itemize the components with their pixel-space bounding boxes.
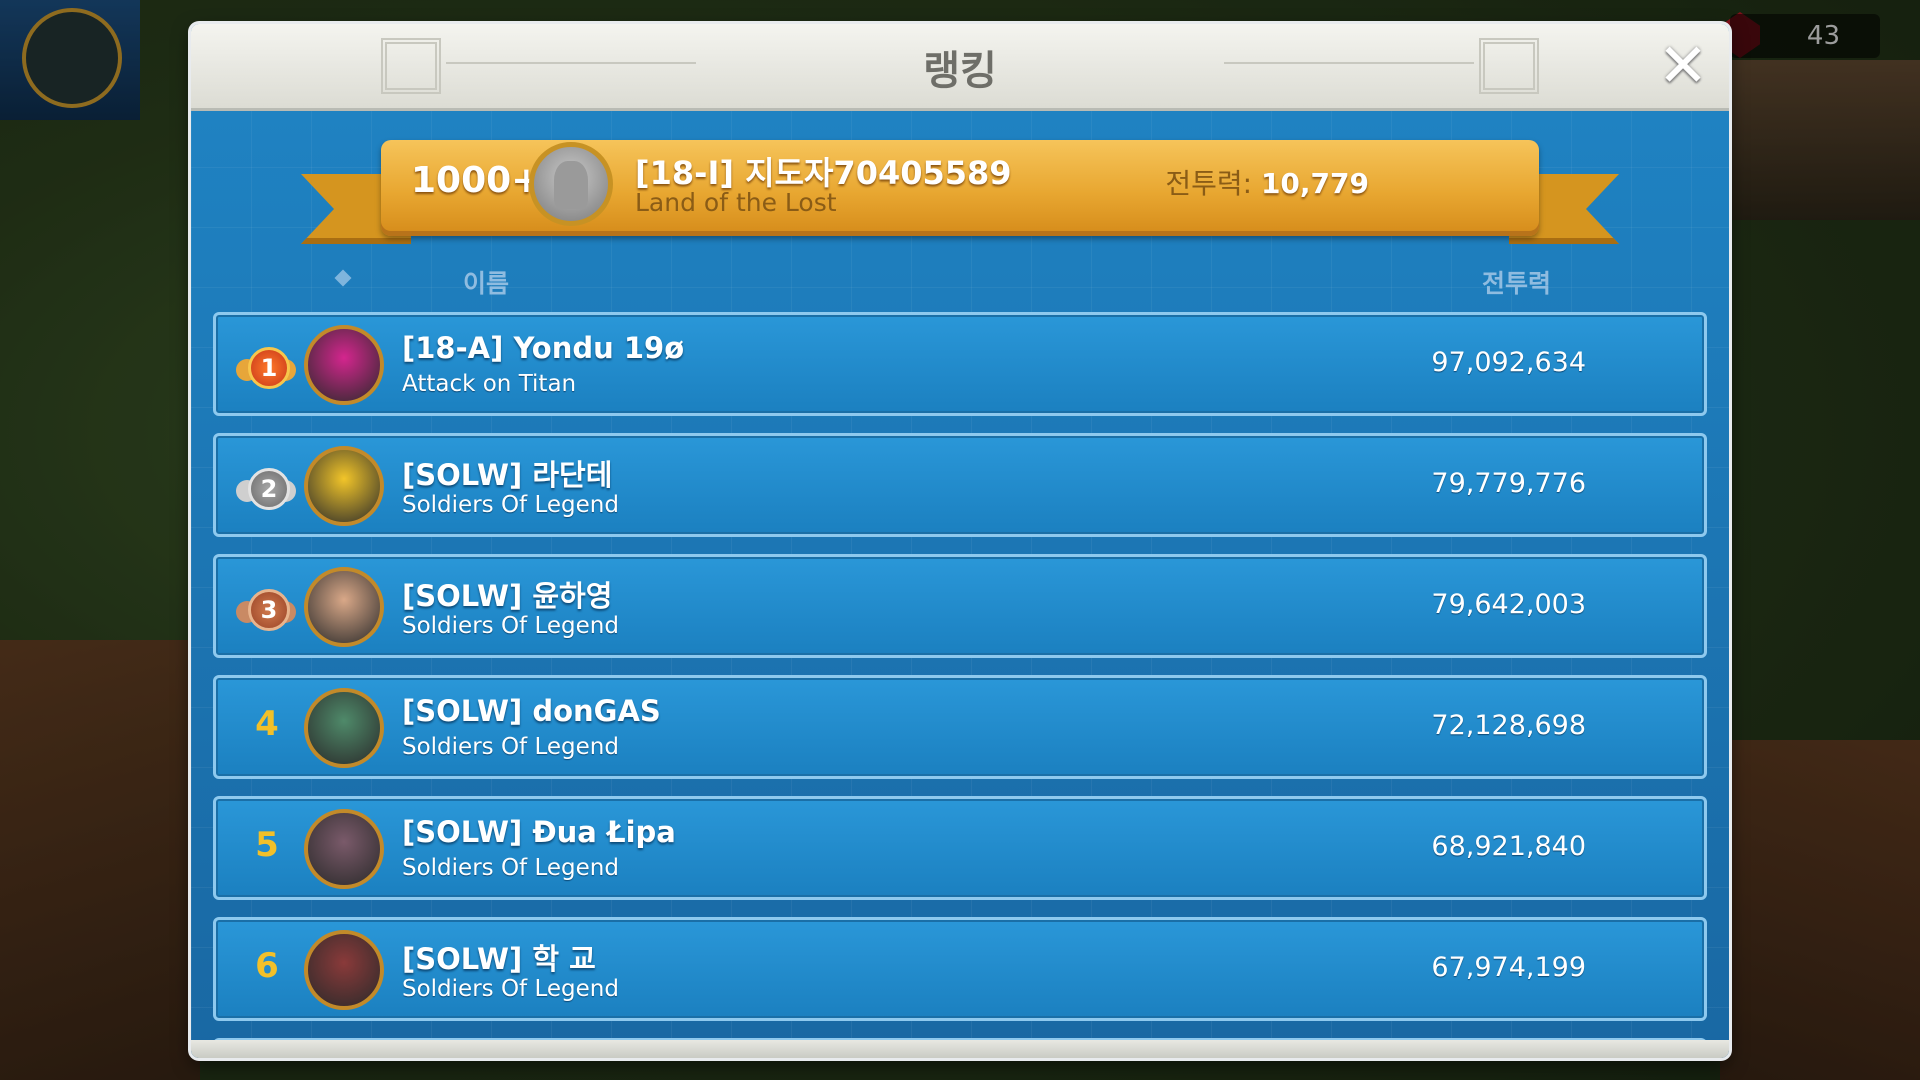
player-guild: Attack on Titan <box>402 371 577 397</box>
player-name: [SOLW] Đua Łipa <box>402 815 676 849</box>
ranking-row[interactable]: 1 [18-A] Yondu 19ø Attack on Titan 97,09… <box>213 312 1707 416</box>
player-guild: Soldiers Of Legend <box>402 976 619 1002</box>
player-name: [SOLW] 라단테 <box>402 458 613 492</box>
rank-number: 6 <box>255 946 279 986</box>
player-avatar[interactable] <box>304 325 384 405</box>
ranking-dialog: 랭킹 ✕ 1000+ [18-I] 지도자70405589 Land of th… <box>191 24 1729 1058</box>
my-power: 전투력: 10,779 <box>1165 162 1369 202</box>
rank-number: 3 <box>248 589 290 631</box>
rank-number: 1 <box>248 347 290 389</box>
ranking-row[interactable]: 6 [SOLW] 학 교 Soldiers Of Legend 67,974,1… <box>213 917 1707 1021</box>
my-rank: 1000+ <box>411 160 542 201</box>
column-name: 이름 <box>463 269 510 298</box>
my-power-value: 10,779 <box>1260 167 1369 200</box>
close-icon: ✕ <box>1657 31 1709 101</box>
player-power: 68,921,840 <box>1431 831 1586 862</box>
rank-medal-icon: 1 <box>236 345 296 389</box>
title-ornament <box>1479 38 1539 94</box>
player-avatar[interactable] <box>304 930 384 1010</box>
ranking-row[interactable]: 5 [SOLW] Đua Łipa Soldiers Of Legend 68,… <box>213 796 1707 900</box>
my-avatar[interactable] <box>529 142 613 226</box>
dialog-bottom-bar <box>191 1040 1729 1058</box>
player-power: 67,974,199 <box>1431 952 1586 983</box>
rank-number: 2 <box>248 468 290 510</box>
player-power: 79,779,776 <box>1431 468 1586 499</box>
ranking-row[interactable]: 4 [SOLW] donGAS Soldiers Of Legend 72,12… <box>213 675 1707 779</box>
player-avatar[interactable] <box>304 567 384 647</box>
player-power: 97,092,634 <box>1431 347 1586 378</box>
ranking-row[interactable]: 3 [SOLW] 윤하영 Soldiers Of Legend 79,642,0… <box>213 554 1707 658</box>
player-name: [SOLW] donGAS <box>402 694 661 728</box>
player-guild: Soldiers Of Legend <box>402 492 619 518</box>
player-guild: Soldiers Of Legend <box>402 613 619 639</box>
silhouette-icon <box>554 161 588 209</box>
player-avatar[interactable] <box>304 446 384 526</box>
ranking-row[interactable]: 2 [SOLW] 라단테 Soldiers Of Legend 79,779,7… <box>213 433 1707 537</box>
player-avatar[interactable] <box>304 809 384 889</box>
my-ranking-banner: 1000+ [18-I] 지도자70405589 Land of the Los… <box>301 132 1619 252</box>
close-button[interactable]: ✕ <box>1655 36 1711 96</box>
player-power: 72,128,698 <box>1431 710 1586 741</box>
column-power: 전투력 <box>1481 269 1551 298</box>
player-guild: Soldiers Of Legend <box>402 855 619 881</box>
player-power: 79,642,003 <box>1431 589 1586 620</box>
my-guild: Land of the Lost <box>635 188 837 217</box>
diamond-icon <box>334 269 352 287</box>
rank-medal-icon: 3 <box>236 587 296 631</box>
player-guild: Soldiers Of Legend <box>402 734 619 760</box>
player-name: [SOLW] 윤하영 <box>402 579 613 613</box>
title-ornament-line <box>1224 62 1474 64</box>
player-name: [18-A] Yondu 19ø <box>402 331 685 365</box>
ribbon-body: 1000+ [18-I] 지도자70405589 Land of the Los… <box>381 140 1539 236</box>
dialog-titlebar: 랭킹 ✕ <box>191 24 1729 111</box>
rank-medal-icon: 2 <box>236 466 296 510</box>
player-name: [SOLW] 학 교 <box>402 942 596 976</box>
my-power-label: 전투력: <box>1165 167 1253 200</box>
column-header: 이름 전투력 <box>191 260 1729 300</box>
rank-number: 4 <box>255 704 279 744</box>
rank-number: 5 <box>255 825 279 865</box>
player-avatar[interactable] <box>304 688 384 768</box>
